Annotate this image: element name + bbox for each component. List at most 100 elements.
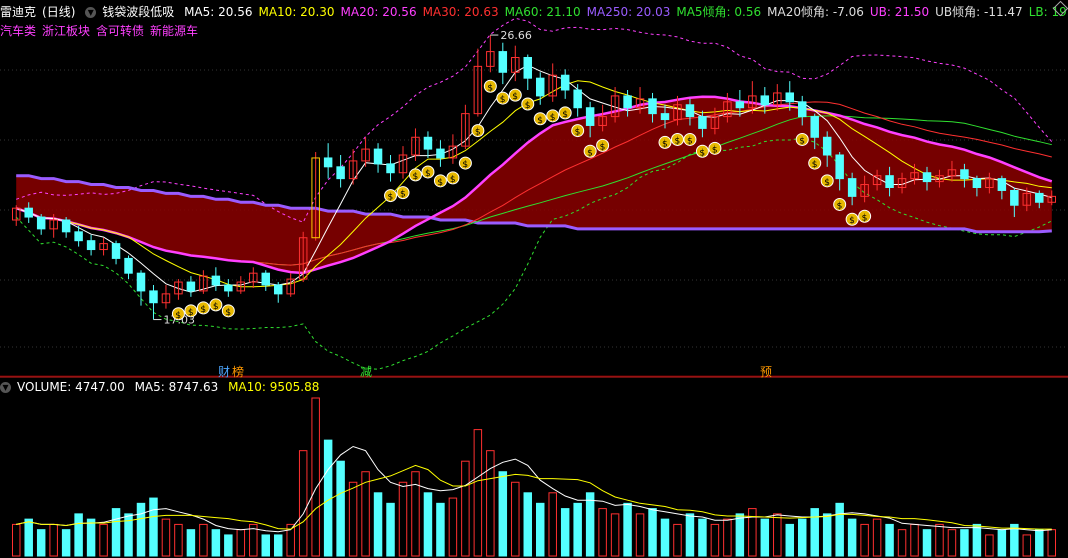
- money-bag-symbol: $: [500, 95, 506, 105]
- volume-bar: [36, 529, 46, 557]
- candle-body: [86, 240, 96, 251]
- money-bag-symbol: $: [425, 169, 431, 179]
- candle-body: [386, 163, 395, 174]
- money-bag-symbol: $: [450, 175, 456, 185]
- volume-bar: [810, 508, 819, 557]
- volume-settings-icon[interactable]: ▾: [0, 381, 11, 393]
- price-chart[interactable]: 26.6617.03$$$$$$$$$$$$$$$$$$$$$$$$$$$$$$…: [0, 0, 1068, 558]
- candle-body: [423, 136, 433, 150]
- volume-bar: [673, 523, 682, 557]
- volume-bar: [985, 534, 994, 557]
- volume-bar: [448, 497, 458, 557]
- candle-body: [124, 257, 133, 274]
- volume-bar: [99, 523, 108, 557]
- candle-body: [261, 272, 271, 286]
- volume-bar: [298, 450, 308, 557]
- money-bag-symbol: $: [462, 160, 468, 170]
- volume-bar: [1035, 529, 1044, 557]
- volume-bar: [910, 523, 919, 557]
- money-bag-symbol: $: [213, 302, 219, 312]
- money-bag-symbol: $: [388, 193, 394, 203]
- candle-body: [560, 74, 570, 91]
- candle-body: [760, 95, 770, 106]
- money-bag-symbol: $: [687, 136, 693, 146]
- volume-bar: [835, 502, 844, 557]
- volume-bar: [960, 529, 969, 557]
- volume-bar: [760, 518, 770, 557]
- volume-bar: [111, 508, 121, 557]
- money-bag-symbol: $: [600, 142, 606, 152]
- volume-bar: [1047, 529, 1057, 557]
- money-bag-symbol: $: [824, 178, 830, 188]
- volume-bar: [523, 492, 533, 557]
- volume-bar: [486, 450, 495, 557]
- candle-body: [1010, 189, 1019, 206]
- volume-bar: [361, 471, 370, 557]
- volume-bar: [885, 523, 894, 557]
- volume-bar: [436, 502, 445, 557]
- volume-bar: [398, 481, 408, 557]
- candle-body: [972, 178, 982, 189]
- volume-bar: [710, 523, 720, 557]
- money-bag-symbol: $: [550, 113, 556, 123]
- candle-body: [186, 281, 196, 292]
- volume-bar: [635, 513, 645, 557]
- money-bag-symbol: $: [412, 172, 418, 182]
- money-bag-symbol: $: [175, 311, 181, 321]
- volume-bar: [685, 513, 695, 557]
- volume-bar: [236, 529, 246, 557]
- candle-body: [797, 101, 807, 118]
- money-bag-symbol: $: [487, 83, 493, 93]
- money-bag-symbol: $: [849, 216, 855, 226]
- volume-bar: [598, 508, 607, 557]
- high-label: 26.66: [500, 29, 532, 42]
- volume-bar: [935, 523, 944, 557]
- marker-jian[interactable]: 减: [360, 363, 372, 380]
- money-bag-symbol: $: [537, 116, 543, 126]
- candle-body: [436, 148, 445, 159]
- money-bag-symbol: $: [575, 128, 581, 138]
- money-bag-symbol: $: [400, 190, 406, 200]
- volume-bar: [648, 508, 657, 557]
- money-bag-symbol: $: [475, 128, 481, 138]
- volume-bar: [11, 523, 21, 557]
- volume-label: VOLUME: 4747.00: [17, 380, 125, 394]
- marker-cai[interactable]: 财: [218, 363, 230, 380]
- volume-ma5: MA5: 8747.63: [134, 380, 219, 394]
- candle-body: [523, 57, 533, 79]
- volume-bar: [573, 502, 582, 557]
- volume-ma5-line: [16, 445, 1052, 533]
- marker-bang[interactable]: 榜: [232, 363, 244, 380]
- money-bag-symbol: $: [712, 145, 718, 155]
- money-bag-symbol: $: [525, 101, 531, 111]
- volume-bar: [511, 481, 520, 557]
- money-bag-symbol: $: [562, 110, 568, 120]
- candle-body: [61, 219, 71, 233]
- candle-body: [685, 104, 695, 118]
- volume-bar: [560, 508, 570, 557]
- volume-bar: [211, 529, 221, 557]
- candle-body: [74, 231, 83, 242]
- money-bag-symbol: $: [225, 308, 231, 318]
- candle-body: [24, 207, 33, 218]
- volume-bar: [186, 529, 196, 557]
- money-bag-symbol: $: [188, 308, 194, 318]
- volume-bar: [86, 518, 96, 557]
- candle-body: [997, 178, 1007, 191]
- volume-bar: [748, 508, 757, 557]
- candle-body: [573, 89, 582, 109]
- marker-yu[interactable]: 预: [760, 363, 772, 380]
- volume-bar: [997, 529, 1007, 557]
- volume-bar: [535, 502, 545, 557]
- stock-chart-window: 雷迪克 (日线) ▾ 钱袋波段低吸 MA5: 20.56 MA10: 20.30 MA2…: [0, 0, 1068, 558]
- candle-body: [336, 166, 345, 180]
- volume-bar: [822, 513, 832, 557]
- volume-bar: [174, 523, 183, 557]
- candle-body: [623, 95, 632, 109]
- volume-bar: [74, 513, 83, 557]
- candle-body: [648, 98, 657, 115]
- volume-bar: [698, 518, 707, 557]
- volume-bar: [548, 492, 557, 557]
- money-bag-symbol: $: [812, 160, 818, 170]
- money-bag-symbol: $: [662, 139, 668, 149]
